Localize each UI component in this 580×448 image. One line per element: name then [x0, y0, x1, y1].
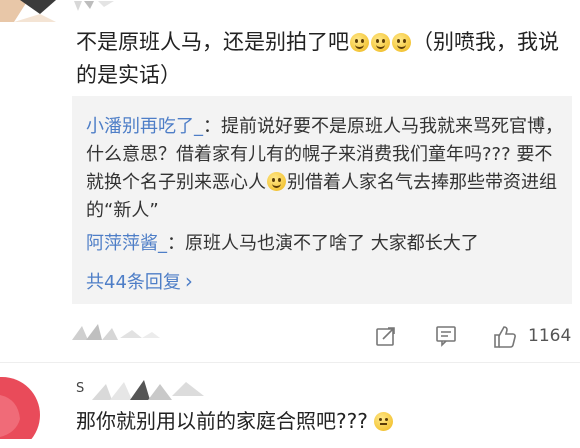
chevron-right-icon: › [184, 269, 193, 293]
avatar[interactable] [0, 0, 56, 22]
reply-item: 阿萍萍酱_：原班人马也演不了啥了 大家都长大了 [86, 230, 566, 258]
smile-emoji-icon [392, 33, 411, 52]
comment-text: 那你就别用以前的家庭合照吧??? [76, 406, 393, 436]
reply-username[interactable]: 阿萍萍酱_ [86, 233, 167, 254]
comment-icon[interactable] [434, 324, 458, 352]
more-replies-label: 共44条回复 [86, 272, 181, 293]
comment-text: 不是原班人马，还是别拍了吧 （别喷我，我说的是实话） [76, 26, 576, 92]
more-replies-link[interactable]: 共44条回复 › [86, 268, 193, 294]
thumbs-up-icon[interactable] [492, 324, 518, 354]
share-icon[interactable] [374, 324, 398, 352]
smile-emoji-icon [371, 33, 390, 52]
smile-emoji-icon [350, 33, 369, 52]
reply-username[interactable]: 小潘别再吃了_ [86, 116, 203, 137]
avatar[interactable] [0, 375, 54, 439]
comment-text-part: 不是原班人马，还是别拍了吧 [76, 30, 349, 54]
like-count: 1164 [528, 326, 572, 346]
reply-separator: ： [203, 116, 221, 137]
username-blurred[interactable] [74, 0, 134, 14]
comment-text-part: 那你就别用以前的家庭合照吧??? [76, 409, 368, 433]
reply-separator: ： [167, 233, 185, 254]
divider [0, 362, 580, 363]
comment-actions: 1164 [72, 318, 580, 358]
thinking-emoji-icon [373, 412, 393, 431]
svg-text:S: S [76, 381, 84, 396]
reply-box: 小潘别再吃了_：提前说好要不是原班人马我就来骂死官博，什么意思？借着家有儿有的幌… [72, 96, 572, 304]
reply-text: 原班人马也演不了啥了 大家都长大了 [185, 233, 479, 254]
reply-item: 小潘别再吃了_：提前说好要不是原班人马我就来骂死官博，什么意思？借着家有儿有的幌… [86, 113, 566, 225]
username-blurred[interactable]: S [76, 378, 216, 404]
smile-emoji-icon [267, 172, 286, 191]
